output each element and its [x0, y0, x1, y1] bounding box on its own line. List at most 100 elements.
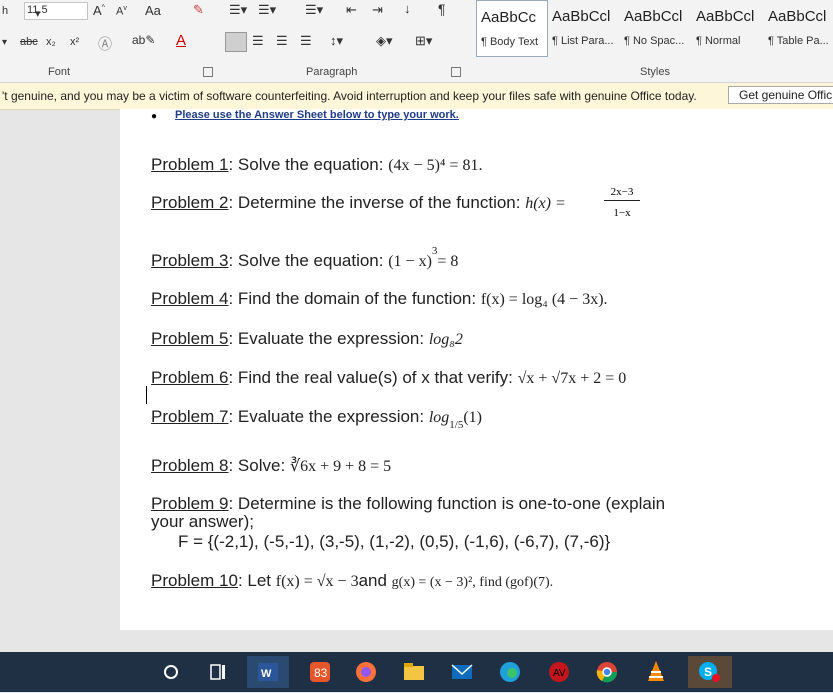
genuine-office-message-bar: 't genuine, and you may be a victim of s… [0, 83, 833, 110]
align-left-icon[interactable] [225, 32, 247, 52]
problem-math-2: g(x) = (x − 3)², find (gof)(7). [391, 575, 554, 590]
fraction-denominator: 1−x [613, 207, 631, 219]
align-right-icon[interactable]: ☰ [276, 33, 288, 49]
chrome-icon[interactable] [591, 656, 623, 688]
font-size-box[interactable]: 11.5 ▾ [24, 2, 88, 20]
problem-4: Problem 4: Find the domain of the functi… [151, 289, 608, 309]
text-cursor [146, 386, 147, 404]
problem-3: Problem 3: Solve the equation: (1 − x)3=… [151, 245, 458, 271]
font-group-label: Font [48, 66, 71, 78]
paragraph-dialog-launcher-icon[interactable] [451, 67, 461, 77]
strikethrough-button[interactable]: abc [20, 36, 38, 48]
chevron-down-icon[interactable]: ▾ [2, 37, 7, 48]
problem-label: Problem 9 [151, 494, 229, 513]
sort-icon[interactable]: ↓ [404, 1, 411, 16]
skype-icon[interactable]: S [688, 656, 732, 688]
problem-text-and: and [358, 571, 392, 590]
problem-9-set: F = {(-2,1), (-5,-1), (3,-5), (1,-2), (0… [178, 532, 610, 552]
problem-label: Problem 8 [151, 456, 229, 475]
problem-math: log₈2 [428, 331, 463, 348]
fraction-numerator: 2x−3 [604, 186, 640, 201]
problem-math: log [428, 409, 450, 426]
bullets-icon[interactable]: ☰▾ [229, 2, 247, 18]
function-set: F = {(-2,1), (-5,-1), (3,-5), (1,-2), (0… [178, 532, 611, 551]
font-dialog-launcher-icon[interactable] [203, 67, 213, 77]
problem-math-arg: (1) [463, 409, 482, 426]
message-text: 't genuine, and you may be a victim of s… [2, 89, 697, 103]
antivirus-icon[interactable]: AV [543, 656, 575, 688]
problem-math: f(x) = log₄ (4 − 3x). [480, 291, 608, 308]
mail-icon[interactable] [446, 656, 478, 688]
problem-5: Problem 5: Evaluate the expression: log₈… [151, 329, 463, 349]
problem-math: √x + √7x + 2 = 0 [517, 370, 627, 387]
problem-label: Problem 7 [151, 407, 229, 426]
style-body-text[interactable]: AaBbCc ¶ Body Text [476, 0, 548, 57]
chevron-down-icon: ▾ [35, 8, 41, 20]
multilevel-list-icon[interactable]: ☰▾ [305, 2, 323, 18]
problem-label: Problem 10 [151, 571, 238, 590]
problem-text: : Find the real value(s) of x that verif… [228, 368, 518, 387]
app-red-icon[interactable]: 83 [304, 656, 336, 688]
problem-label: Problem 3 [151, 251, 229, 270]
borders-icon[interactable]: ⊞▾ [415, 33, 432, 49]
style-normal[interactable]: AaBbCcl ¶ Normal [692, 0, 762, 55]
search-icon[interactable] [155, 656, 187, 688]
problem-text: : Determine is the following function is… [228, 494, 666, 513]
problem-6: Problem 6: Find the real value(s) of x t… [151, 368, 626, 388]
ribbon: h 11.5 ▾ A^ Av Aa ✎ ☰▾ ☰▾ ☰▾ ⇤ ⇥ ↓ ¶ ▾ a… [0, 0, 833, 83]
problem-8: Problem 8: Solve: ∛6x + 9 + 8 = 5 [151, 456, 391, 476]
highlight-icon[interactable]: ab✎ [132, 33, 155, 47]
problem-math: (1 − x) [388, 253, 432, 270]
font-color-button[interactable]: A [176, 32, 186, 49]
align-center-icon[interactable]: ☰ [252, 33, 264, 49]
problem-math: ∛6x + 9 + 8 = 5 [289, 458, 392, 475]
fraction: 2x−3 1−x [604, 186, 640, 219]
justify-icon[interactable]: ☰ [300, 33, 312, 49]
style-name: ¶ Table Pa... [768, 35, 829, 47]
problem-text: : Solve the equation: [228, 251, 389, 270]
problem-text: : Determine the inverse of the function: [228, 193, 526, 212]
problem-10: Problem 10: Let f(x) = √x − 3and g(x) = … [151, 571, 553, 591]
bullet-icon: ● [151, 111, 158, 122]
shading-icon[interactable]: ◈▾ [376, 33, 393, 49]
show-marks-icon[interactable]: ¶ [438, 1, 446, 17]
problem-9-continued: your answer); [151, 512, 254, 532]
font-name-field-fragment[interactable]: h [2, 5, 8, 17]
grow-font-icon[interactable]: A^ [93, 3, 105, 18]
problem-text: : Solve the equation: [228, 155, 389, 174]
shrink-font-icon[interactable]: Av [116, 5, 127, 18]
vlc-icon[interactable] [640, 656, 672, 688]
increase-indent-icon[interactable]: ⇥ [372, 2, 383, 18]
decrease-indent-icon[interactable]: ⇤ [346, 2, 357, 18]
get-genuine-office-button[interactable]: Get genuine Offic [728, 86, 833, 104]
style-preview: AaBbCc [481, 9, 537, 26]
file-explorer-icon[interactable] [398, 656, 430, 688]
style-name: ¶ List Para... [552, 35, 614, 47]
subscript-button[interactable]: x₂ [46, 36, 56, 48]
problem-text: : Find the domain of the function: [228, 289, 481, 308]
clear-formatting-icon[interactable]: ✎ [193, 2, 204, 18]
text-effects-icon[interactable]: Ⓐ [98, 34, 112, 54]
problem-7: Problem 7: Evaluate the expression: log1… [151, 407, 482, 431]
firefox-icon[interactable] [350, 656, 382, 688]
problem-math: h(x) = [525, 195, 566, 212]
style-list-paragraph[interactable]: AaBbCcl ¶ List Para... [548, 0, 618, 55]
numbering-icon[interactable]: ☰▾ [258, 2, 276, 18]
problem-label: Problem 2 [151, 193, 229, 212]
svg-text:83: 83 [314, 666, 328, 680]
style-no-spacing[interactable]: AaBbCcl ¶ No Spac... [620, 0, 690, 55]
word-icon[interactable]: W [247, 656, 289, 688]
task-view-icon[interactable] [202, 656, 234, 688]
superscript-button[interactable]: x² [70, 36, 79, 48]
change-case-button[interactable]: Aa [145, 3, 161, 18]
svg-text:S: S [704, 665, 712, 679]
problem-text-continued: your answer); [151, 512, 254, 531]
instruction-text: Please use the Answer Sheet below to typ… [175, 109, 459, 121]
style-preview: AaBbCcl [624, 8, 683, 25]
problem-label: Problem 1 [151, 155, 229, 174]
problem-text: : Solve: [228, 456, 290, 475]
problem-label: Problem 6 [151, 368, 229, 387]
line-spacing-icon[interactable]: ↕▾ [330, 33, 343, 49]
style-table-paragraph[interactable]: AaBbCcl ¶ Table Pa... [764, 0, 833, 55]
edge-icon[interactable] [494, 656, 526, 688]
